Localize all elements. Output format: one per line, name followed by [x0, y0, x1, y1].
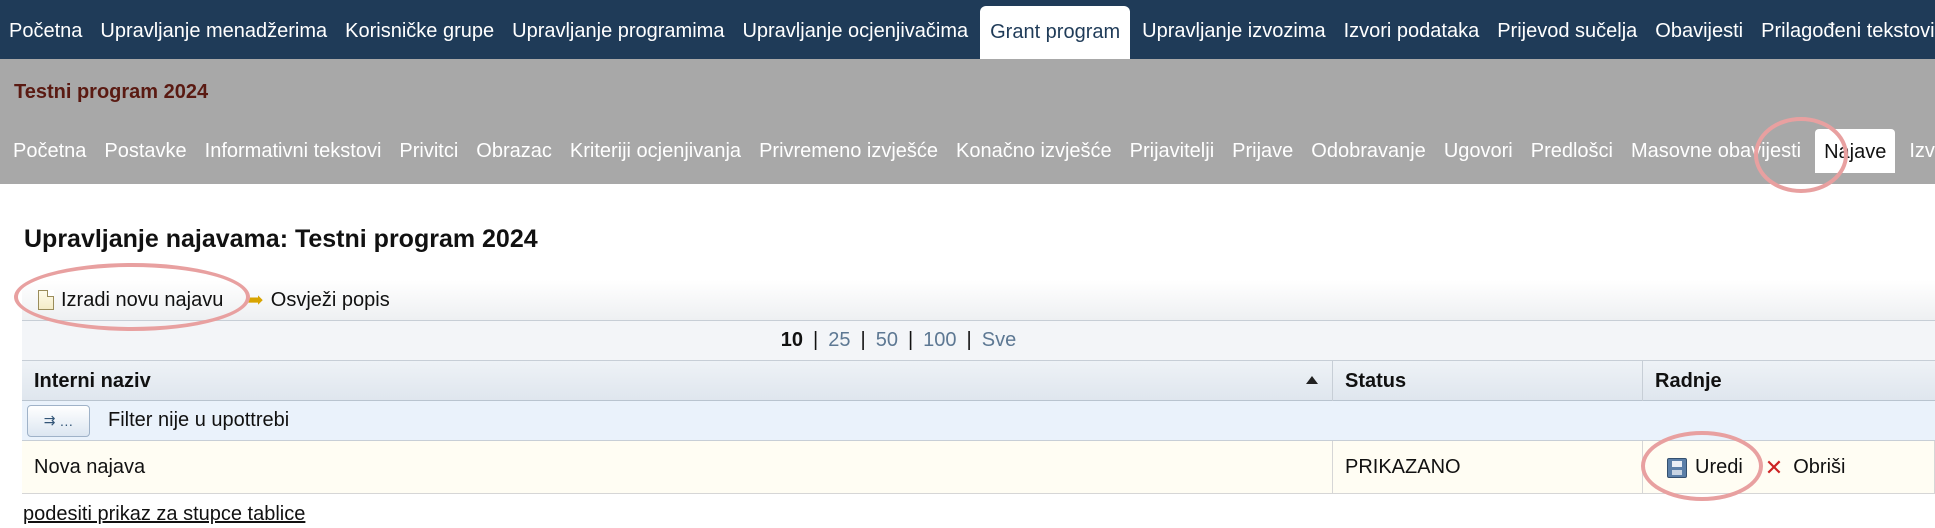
top-nav-item[interactable]: Obavijesti — [1646, 0, 1752, 59]
sub-nav-item[interactable]: Početna — [4, 129, 95, 173]
sub-nav-item[interactable]: Prijave — [1223, 129, 1302, 173]
top-nav-item[interactable]: Početna — [0, 0, 91, 59]
column-header-label: Interni naziv — [34, 370, 151, 392]
top-nav-item[interactable]: Upravljanje ocjenjivačima — [733, 0, 977, 59]
sub-nav-item[interactable]: Ugovori — [1435, 129, 1522, 173]
create-announcement-label: Izradi novu najavu — [61, 288, 224, 311]
edit-button[interactable]: Uredi — [1667, 441, 1743, 494]
refresh-list-label: Osvježi popis — [270, 288, 390, 311]
page-size-option[interactable]: Sve — [982, 329, 1016, 352]
page-size-option[interactable]: 10 — [781, 329, 803, 352]
column-header-status[interactable]: Status — [1333, 361, 1643, 401]
sub-nav-item[interactable]: Privremeno izvješće — [750, 129, 947, 173]
refresh-list-button[interactable]: ➥ Osvježi popis — [245, 289, 389, 312]
pager-separator: | — [813, 329, 819, 351]
filter-status-text: Filter nije u upottrebi — [108, 409, 290, 431]
page-size-option[interactable]: 25 — [828, 329, 850, 352]
sub-nav-item[interactable]: Izvoz — [1900, 129, 1935, 173]
column-header-label: Radnje — [1655, 370, 1722, 392]
column-settings-link[interactable]: podesiti prikaz za stupce tablice — [23, 503, 305, 526]
delete-x-icon: ✕ — [1764, 454, 1784, 480]
sub-nav-item[interactable]: Prijavitelji — [1121, 129, 1223, 173]
top-nav-item[interactable]: Prijevod sučelja — [1488, 0, 1646, 59]
top-nav-item[interactable]: Grant program — [980, 6, 1131, 59]
column-header-label: Status — [1345, 370, 1407, 392]
delete-button[interactable]: ✕ Obriši — [1765, 441, 1846, 494]
table-row: Nova najava PRIKAZANO Uredi ✕ Obriši — [22, 441, 1935, 494]
top-nav-item[interactable]: Izvori podataka — [1335, 0, 1489, 59]
filter-toggle-button[interactable]: ⇉ … — [27, 404, 90, 437]
page-title: Upravljanje najavama: Testni program 202… — [24, 225, 538, 253]
sub-nav-item[interactable]: Masovne obavijesti — [1622, 129, 1810, 173]
page-size-selector: 10 | 25 | 50 | 100 | Sve — [22, 321, 1935, 361]
pager-separator: | — [907, 329, 914, 351]
page-size-option[interactable]: 100 — [923, 329, 956, 352]
cell-internal-name: Nova najava — [22, 441, 1333, 494]
top-nav-item[interactable]: Upravljanje izvozima — [1133, 0, 1334, 59]
delete-label: Obriši — [1793, 456, 1846, 478]
sub-nav-item[interactable]: Informativni tekstovi — [196, 129, 391, 173]
cell-status: PRIKAZANO — [1333, 441, 1643, 494]
top-nav-item[interactable]: Korisničke grupe — [336, 0, 503, 59]
top-nav-item[interactable]: Upravljanje programima — [503, 0, 733, 59]
floppy-disk-icon — [1667, 457, 1687, 478]
program-title: Testni program 2024 — [14, 81, 209, 103]
column-header-internal-name[interactable]: Interni naziv — [22, 361, 1333, 401]
filter-row: ⇉ … Filter nije u upottrebi — [22, 401, 1935, 441]
program-sub-navigation: Početna Postavke Informativni tekstovi Priv… — [4, 129, 1935, 173]
edit-label: Uredi — [1695, 456, 1743, 478]
announcements-table: 10 | 25 | 50 | 100 | Sve Interni naziv Status Ra… — [22, 320, 1935, 494]
refresh-arrow-icon: ➥ — [245, 287, 264, 312]
sub-nav-item[interactable]: Kriteriji ocjenjivanja — [561, 129, 750, 173]
sub-nav-item[interactable]: Postavke — [95, 129, 195, 173]
create-announcement-button[interactable]: Izradi novu najavu — [38, 289, 223, 312]
column-header-actions: Radnje — [1643, 361, 1935, 401]
sub-nav-item[interactable]: Predlošci — [1522, 129, 1622, 173]
sub-nav-item[interactable]: Obrazac — [467, 129, 561, 173]
cell-actions: Uredi ✕ Obriši — [1643, 441, 1935, 494]
toolbar: Izradi novu najavu ➥ Osvježi popis — [22, 280, 1935, 320]
sub-nav-item[interactable]: Privitci — [390, 129, 467, 173]
table-header: Interni naziv Status Radnje — [22, 361, 1935, 401]
sub-nav-item[interactable]: Odobravanje — [1302, 129, 1435, 173]
sort-ascending-icon[interactable] — [1306, 376, 1318, 384]
sub-nav-item[interactable]: Konačno izvješće — [947, 129, 1121, 173]
program-header: Testni program 2024 Početna Postavke Infor… — [0, 59, 1935, 184]
top-nav-item[interactable]: Upravljanje menadžerima — [91, 0, 336, 59]
filter-button-label: … — [59, 412, 74, 429]
sub-nav-item[interactable]: Najave — [1815, 129, 1896, 173]
new-document-icon — [38, 290, 54, 310]
pager-separator: | — [860, 329, 866, 351]
filter-arrows-icon: ⇉ — [43, 412, 56, 428]
page-size-option[interactable]: 50 — [876, 329, 898, 352]
pager-separator: | — [966, 329, 972, 351]
top-nav-item[interactable]: Prilagođeni tekstovi — [1752, 0, 1935, 59]
top-navigation: Početna Upravljanje menadžerima Korisničke… — [0, 0, 1935, 59]
